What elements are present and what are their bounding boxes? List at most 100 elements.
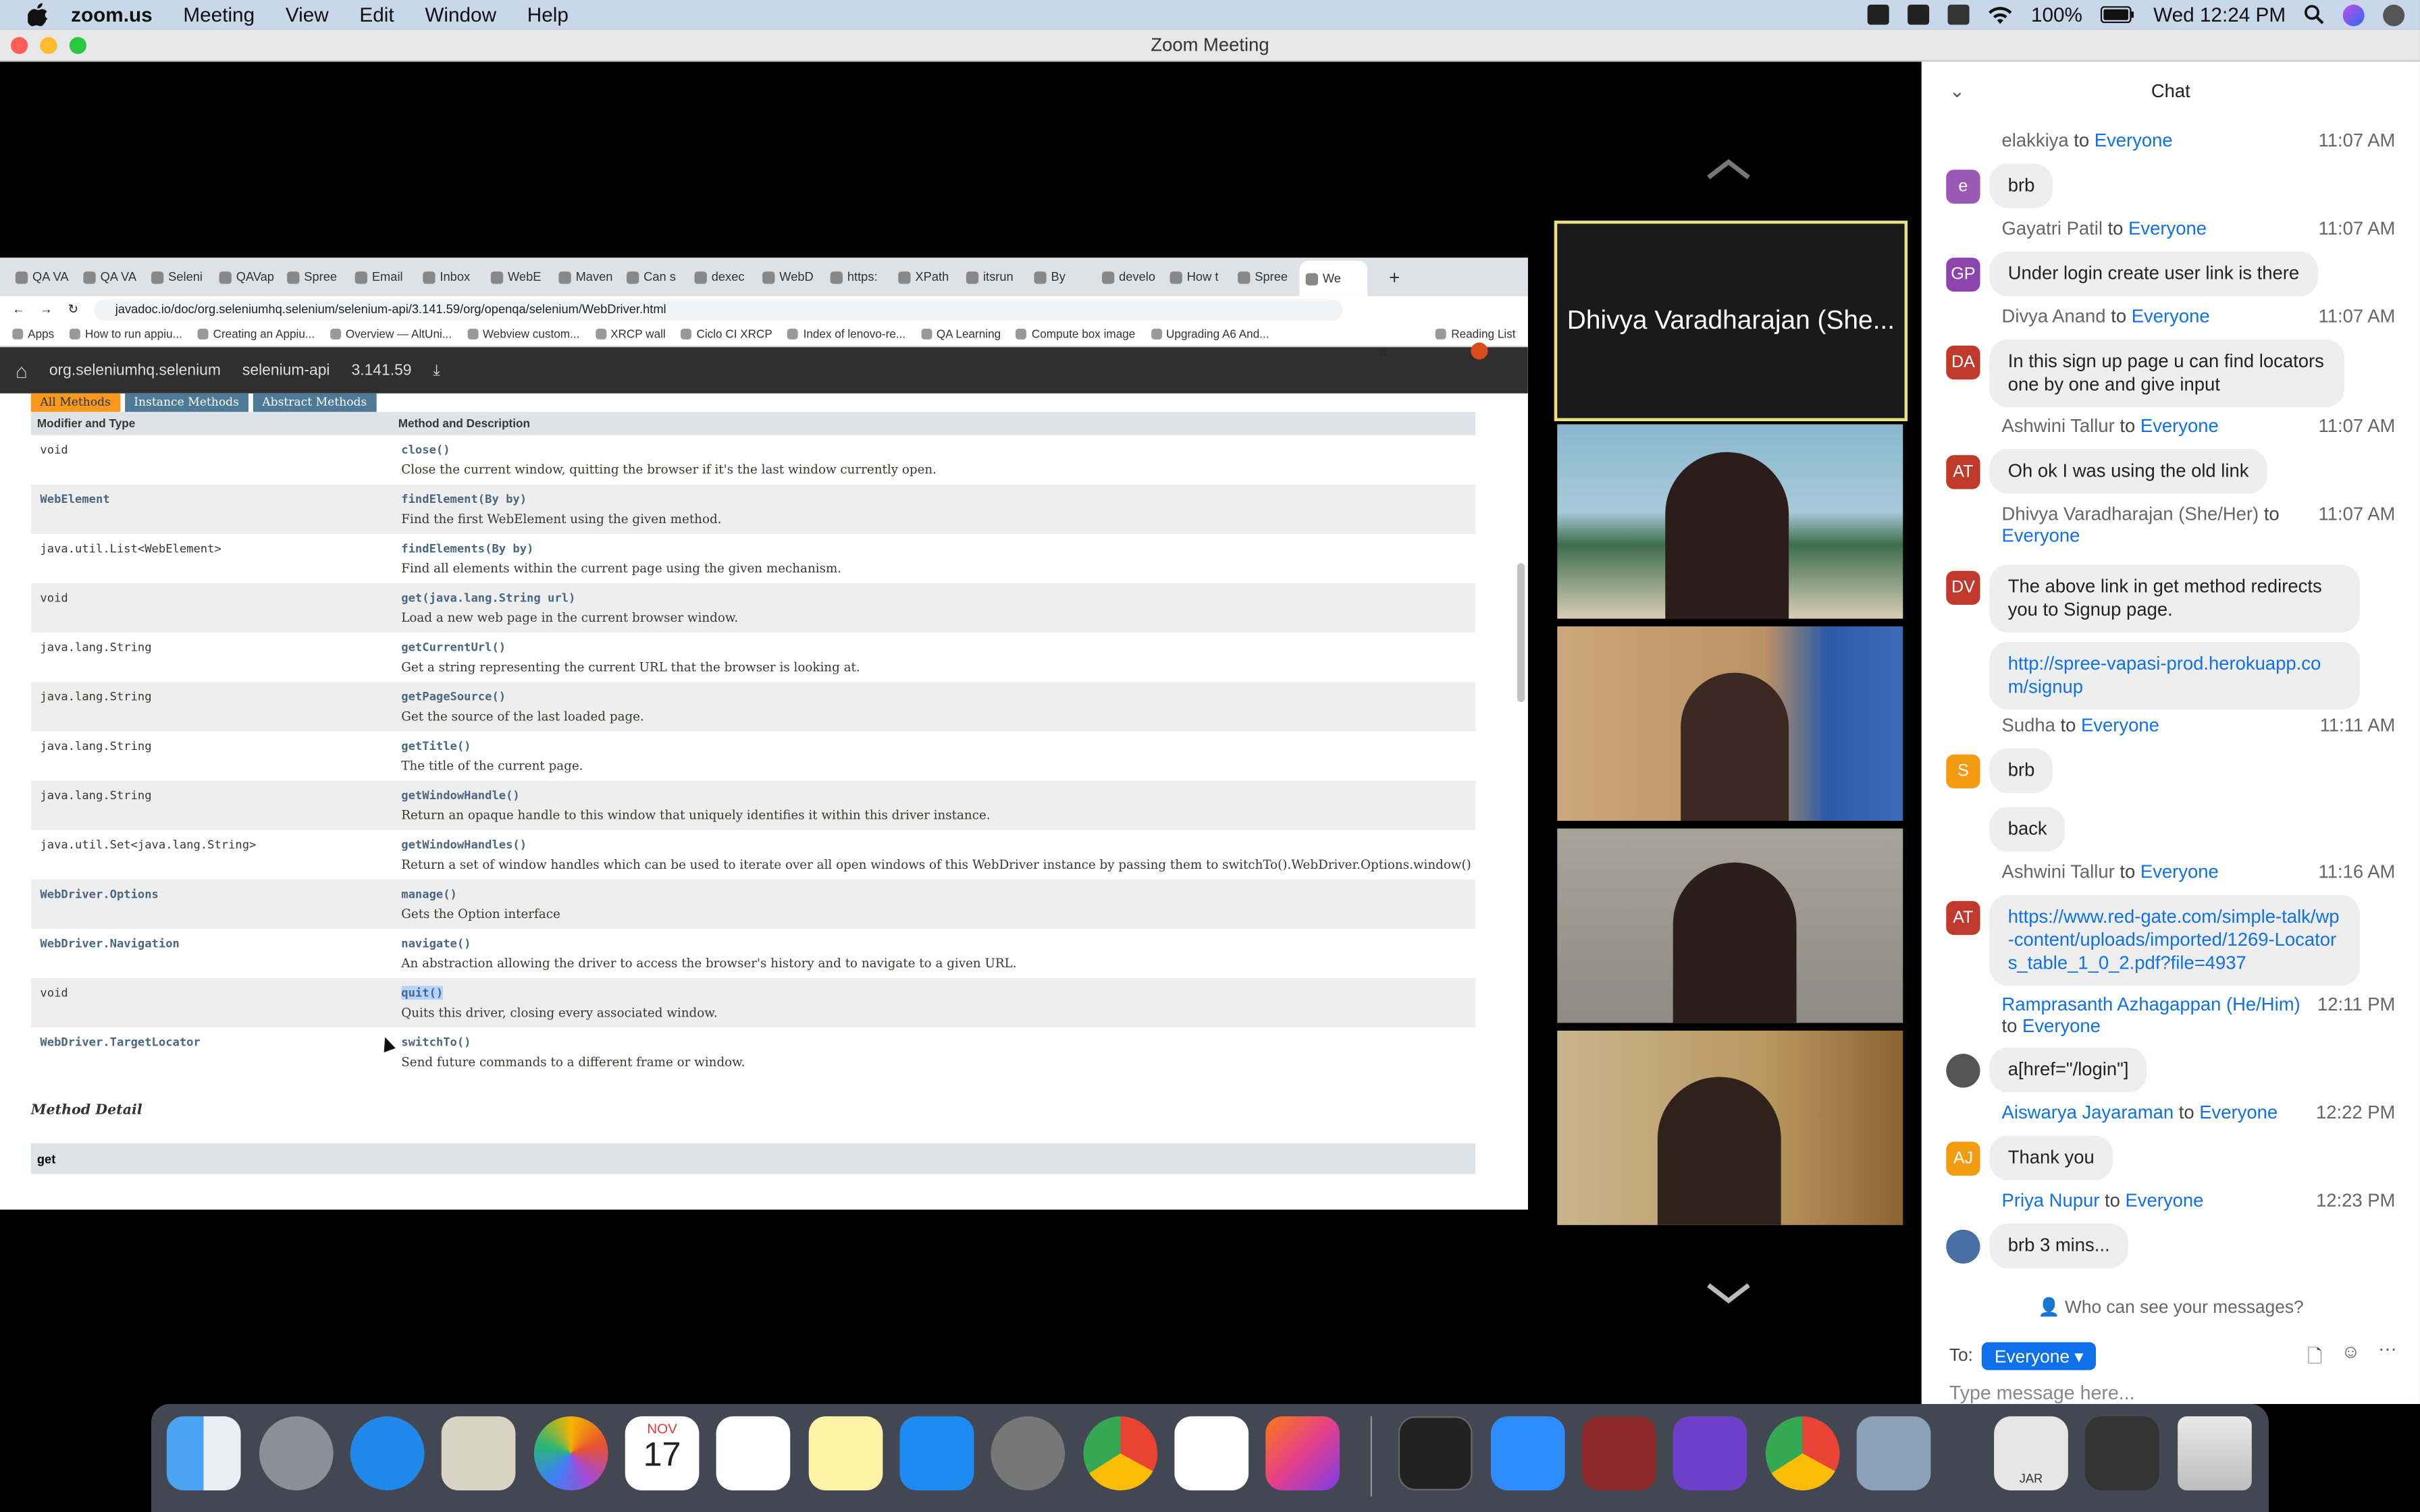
participant-video-2[interactable] xyxy=(1557,626,1903,821)
method-link[interactable]: findElement(By by) xyxy=(401,492,527,506)
reload-icon[interactable]: ↻ xyxy=(68,302,78,317)
bookmark-item[interactable]: Webview custom... xyxy=(467,327,579,341)
bookmark-item[interactable]: Ciclo CI XRCP xyxy=(681,327,772,341)
scroll-down-chevron-icon[interactable] xyxy=(1707,1282,1750,1304)
participant-video-4[interactable] xyxy=(1557,1030,1903,1225)
browser-tab[interactable]: Can s xyxy=(621,270,689,284)
notes-icon[interactable] xyxy=(808,1416,883,1490)
scrollbar-thumb[interactable] xyxy=(1517,563,1525,702)
avatar[interactable]: AT xyxy=(1946,900,1980,936)
method-link[interactable]: getPageSource() xyxy=(401,690,506,704)
sender-name[interactable]: Gayatri Patil xyxy=(2002,217,2103,239)
browser-tab[interactable]: WebE xyxy=(485,270,553,284)
method-link[interactable]: getWindowHandles() xyxy=(401,838,527,852)
avatar[interactable]: DV xyxy=(1946,570,1980,605)
method-link[interactable]: getTitle() xyxy=(401,739,471,753)
method-link[interactable]: navigate() xyxy=(401,936,471,950)
tab-all-methods[interactable]: All Methods xyxy=(30,393,120,412)
sender-name[interactable]: Divya Anand xyxy=(2002,306,2106,327)
reminders-icon[interactable] xyxy=(716,1416,791,1490)
chat-message-input[interactable]: Type message here... xyxy=(1949,1382,2135,1404)
menu-app-name[interactable]: zoom.us xyxy=(71,3,153,26)
recipient-value[interactable]: Everyone xyxy=(1995,1349,2070,1367)
method-link[interactable]: switchTo() xyxy=(401,1035,471,1050)
bookmark-item[interactable]: How to run appiu... xyxy=(70,327,182,341)
dictionary-icon[interactable] xyxy=(1581,1416,1656,1490)
preview-icon[interactable] xyxy=(1856,1416,1931,1490)
siri-icon[interactable] xyxy=(2342,3,2365,26)
home-icon[interactable]: ⌂ xyxy=(16,358,28,381)
github-desktop-icon[interactable] xyxy=(1673,1416,1747,1490)
spotlight-search-icon[interactable] xyxy=(2305,5,2325,25)
bookmark-item[interactable]: QA Learning xyxy=(920,327,1001,341)
avatar[interactable]: AT xyxy=(1946,455,1980,489)
recipient-name[interactable]: Everyone xyxy=(2002,524,2080,546)
participant-video-3[interactable] xyxy=(1557,828,1903,1023)
sender-name[interactable]: Ashwini Tallur xyxy=(2002,861,2115,882)
recipient-dropdown[interactable]: Everyone ▾ xyxy=(1982,1342,2096,1370)
return-type[interactable]: WebDriver.TargetLocator xyxy=(40,1035,200,1050)
method-link[interactable]: get(java.lang.String url) xyxy=(401,591,575,605)
profile-avatar[interactable] xyxy=(1471,342,1488,360)
doc-artifact[interactable]: selenium-api xyxy=(242,362,330,379)
battery-icon[interactable] xyxy=(2101,6,2134,24)
method-link[interactable]: quit() xyxy=(401,986,444,1000)
avatar[interactable]: AJ xyxy=(1946,1141,1980,1176)
browser-tab[interactable]: By xyxy=(1028,270,1096,284)
bookmark-item[interactable]: Upgrading A6 And... xyxy=(1151,327,1269,341)
clock[interactable]: Wed 12:24 PM xyxy=(2153,3,2286,26)
browser-tab[interactable]: Inbox xyxy=(417,270,485,284)
message-link[interactable]: http://spree-vapasi-prod.herokuapp.com/s… xyxy=(2008,653,2321,697)
photos-icon[interactable] xyxy=(533,1416,608,1490)
browser-tab[interactable]: https: xyxy=(824,270,893,284)
recipient-name[interactable]: Everyone xyxy=(2132,306,2210,327)
minimize-window-button[interactable] xyxy=(40,36,57,54)
bookmark-item[interactable]: Overview — AltUni... xyxy=(330,327,452,341)
forward-icon[interactable]: → xyxy=(40,302,52,317)
url-field[interactable]: javadoc.io/doc/org.seleniumhq.selenium/s… xyxy=(93,298,1343,321)
slack-icon[interactable] xyxy=(1174,1416,1249,1490)
menu-help[interactable]: Help xyxy=(527,3,569,26)
avatar[interactable] xyxy=(1946,1229,1980,1264)
star-icon[interactable]: ☆ xyxy=(1378,346,1389,360)
menu-meeting[interactable]: Meeting xyxy=(183,3,255,26)
bookmark-item[interactable]: Creating an Appiu... xyxy=(197,327,315,341)
calendar-icon[interactable]: NOV 17 xyxy=(625,1416,700,1490)
avatar[interactable] xyxy=(1946,1054,1980,1088)
sender-name[interactable]: elakkiya xyxy=(2002,130,2069,151)
return-type[interactable]: WebElement xyxy=(40,492,109,506)
message-link[interactable]: https://www.red-gate.com/simple-talk/wp-… xyxy=(2008,906,2340,974)
sender-name[interactable]: Dhivya Varadharajan (She/Her) xyxy=(2002,503,2259,524)
bookmark-item[interactable]: Compute box image xyxy=(1016,327,1135,341)
recipient-name[interactable]: Everyone xyxy=(2199,1102,2278,1123)
new-tab-button[interactable]: + xyxy=(1389,266,1400,288)
control-center-icon[interactable] xyxy=(2383,3,2405,26)
active-speaker-tile[interactable]: Dhivya Varadharajan (She... xyxy=(1554,220,1908,421)
preview-app-icon[interactable] xyxy=(441,1416,516,1490)
browser-tab[interactable]: QA VA xyxy=(77,270,145,284)
tab-abstract-methods[interactable]: Abstract Methods xyxy=(253,393,377,412)
sender-name[interactable]: Aiswarya Jayaraman xyxy=(2002,1102,2174,1123)
chrome-icon[interactable] xyxy=(1083,1416,1158,1490)
sender-name[interactable]: Sudha xyxy=(2002,714,2055,736)
input-source-icon[interactable] xyxy=(1947,4,1970,25)
browser-tab[interactable]: How t xyxy=(1163,270,1232,284)
trash-icon[interactable] xyxy=(2178,1416,2252,1490)
launchpad-icon[interactable] xyxy=(259,1416,334,1490)
terminal-icon[interactable] xyxy=(1398,1416,1473,1490)
browser-tab[interactable]: Seleni xyxy=(145,270,213,284)
chrome-secondary-icon[interactable] xyxy=(1765,1416,1840,1490)
method-link[interactable]: findElements(By by) xyxy=(401,541,533,556)
bookmark-item[interactable]: XRCP wall xyxy=(595,327,666,341)
skype-status-icon[interactable] xyxy=(1908,4,1930,25)
browser-tab[interactable]: Email xyxy=(349,270,417,284)
method-link[interactable]: getWindowHandle() xyxy=(401,788,519,803)
browser-tab[interactable]: develo xyxy=(1096,270,1164,284)
shared-screen-browser[interactable]: QA VA QA VA Seleni QAVap Spree Email Inbox WebE… xyxy=(0,257,1528,1210)
window-thumbnail-icon[interactable] xyxy=(2084,1416,2159,1490)
recipient-name[interactable]: Everyone xyxy=(2081,714,2159,736)
menu-view[interactable]: View xyxy=(286,3,329,26)
menu-window[interactable]: Window xyxy=(425,3,496,26)
bookmark-item[interactable]: Apps xyxy=(12,327,54,341)
bookmark-item[interactable]: Index of lenovo-re... xyxy=(787,327,905,341)
